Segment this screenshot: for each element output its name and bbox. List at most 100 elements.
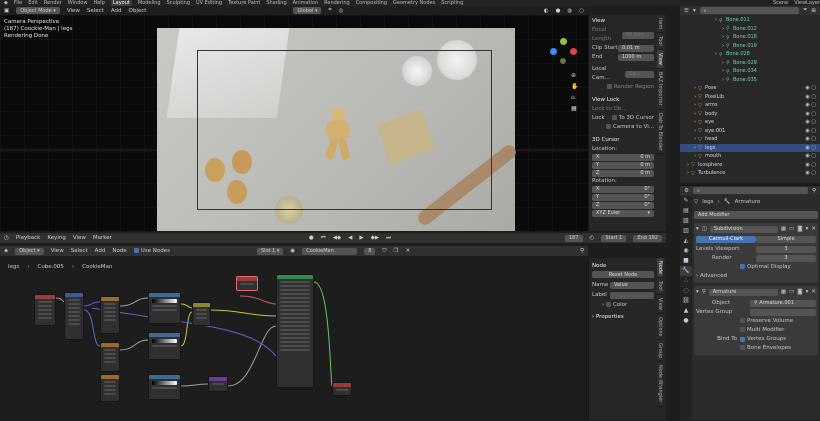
render-levels-field[interactable]: 3 <box>756 255 816 262</box>
outliner-row[interactable]: › ▽ Icosphere ◉ ▢ <box>680 161 820 170</box>
expand-arrow-icon[interactable]: › <box>694 153 696 159</box>
multi-modifier-checkbox[interactable] <box>740 327 745 332</box>
outliner-row[interactable]: › ▽ body ◉ ▢ <box>680 110 820 119</box>
simple-toggle[interactable]: Simple <box>756 236 816 243</box>
viewport-toggle-icon[interactable]: ▭ <box>789 225 794 234</box>
constraints-tab-icon[interactable]: ⛓ <box>680 296 692 306</box>
pan-hand-icon[interactable]: ✋ <box>571 81 578 92</box>
sidebar-tab-baz-importer[interactable]: BAZ Importer <box>657 68 663 110</box>
sidebar-tab-dab-to-blender[interactable]: Dab To Blender <box>657 109 663 155</box>
mode-selector[interactable]: Object Mode ▾ <box>16 7 60 14</box>
play-reverse-icon[interactable]: ◀ <box>348 235 352 241</box>
armature-name-field[interactable]: Armature <box>708 289 778 296</box>
cursor-y-field[interactable]: Y0 m <box>592 162 654 169</box>
frame-start-field[interactable]: Start 1 <box>601 234 627 242</box>
preserve-volume-checkbox[interactable] <box>740 318 745 323</box>
armature-object-field[interactable]: ⚲ Armature.001 <box>750 300 816 307</box>
node-tab-group[interactable]: Group <box>657 339 663 363</box>
rotation-z-field[interactable]: Z 0° <box>592 202 654 209</box>
expand-arrow-icon[interactable]: › <box>715 51 717 57</box>
node-value[interactable] <box>236 276 258 291</box>
expand-arrow-icon[interactable]: › <box>694 128 696 134</box>
sidebar-tab-view[interactable]: View <box>657 50 663 69</box>
navigation-gizmo[interactable] <box>548 38 578 68</box>
jump-end-icon[interactable]: ⏭ <box>386 235 391 242</box>
render-tab-icon[interactable]: ▤ <box>680 206 692 216</box>
sidebar-tab-item[interactable]: Item <box>657 15 663 34</box>
vertex-group-field[interactable] <box>750 309 816 316</box>
properties-search-field[interactable]: ⌕ <box>692 187 808 194</box>
visibility-eye-icon[interactable]: ◉ ▢ <box>805 128 820 134</box>
expand-arrow-icon[interactable]: › <box>715 17 717 23</box>
viewport-3d[interactable]: ▣ Object Mode ▾ View Select Add Object G… <box>0 6 588 231</box>
object-tab-icon[interactable]: ■ <box>680 256 692 266</box>
levels-viewport-field[interactable]: 3 <box>756 246 816 253</box>
expand-arrow-icon[interactable]: › <box>694 102 696 108</box>
visibility-eye-icon[interactable]: ◉ ▢ <box>805 94 820 100</box>
node-principled-bsdf[interactable] <box>276 274 314 388</box>
node-texture-coordinate[interactable] <box>34 294 56 326</box>
gizmo-y-axis[interactable] <box>560 38 567 45</box>
node-mapping[interactable] <box>64 292 84 340</box>
next-keyframe-icon[interactable]: ◆▶ <box>371 235 379 241</box>
outliner-row[interactable]: › ▽ arms ◉ ▢ <box>680 101 820 110</box>
outliner-search-field[interactable]: ⌕ <box>699 7 799 14</box>
new-collection-icon[interactable]: ⊞ <box>811 8 816 14</box>
shading-solid-icon[interactable]: ● <box>556 8 561 14</box>
clip-start-field[interactable]: 0.01 m <box>618 45 654 52</box>
expand-arrow-icon[interactable]: › <box>602 302 604 308</box>
clock-icon[interactable]: ◴ <box>590 235 595 241</box>
cursor-z-field[interactable]: Z0 m <box>592 170 654 177</box>
expand-arrow-icon[interactable]: › <box>722 43 724 49</box>
view-panel-title[interactable]: View <box>592 17 654 26</box>
node-name-field[interactable]: Value <box>610 281 654 289</box>
reset-node-button[interactable]: Reset Node <box>592 271 654 278</box>
editor-type-icon[interactable]: ▣ <box>4 8 9 14</box>
properties-editor-icon[interactable]: ⚙ <box>684 188 689 194</box>
outliner-row[interactable]: › ▽ head ◉ ▢ <box>680 135 820 144</box>
visibility-eye-icon[interactable]: ◉ ▢ <box>805 85 820 91</box>
visibility-eye-icon[interactable]: ◉ ▢ <box>805 119 820 125</box>
node-properties-title[interactable]: Properties <box>596 314 624 320</box>
proportional-edit-icon[interactable]: ◎ <box>339 8 344 14</box>
gizmo-x-axis[interactable] <box>570 48 577 55</box>
outliner-row[interactable]: › ⚲ Bone.012 <box>680 25 820 34</box>
add-modifier-button[interactable]: Add Modifier <box>694 211 818 219</box>
physics-tab-icon[interactable]: ◌ <box>680 286 692 296</box>
visibility-eye-icon[interactable]: ◉ ▢ <box>805 162 820 168</box>
shader-node-editor[interactable]: ◈ Object ▾ View Select Add Node Use Node… <box>0 246 588 420</box>
render-region-checkbox[interactable] <box>606 84 612 89</box>
node-mix-a[interactable] <box>192 302 211 326</box>
timeline-menu-view[interactable]: View <box>73 235 86 241</box>
data-tab-icon[interactable]: ▲ <box>680 306 692 316</box>
collapse-arrow-icon[interactable]: › <box>592 314 594 320</box>
dropdown-icon[interactable]: ▾ <box>806 225 809 234</box>
outliner-row[interactable]: › ⚲ Bone.029 <box>680 59 820 68</box>
output-tab-icon[interactable]: ▧ <box>680 216 692 226</box>
outliner-row[interactable]: › ⚲ Bone.028 <box>680 50 820 59</box>
outliner-row[interactable]: › ▽ legs ◉ ▢ <box>680 143 820 152</box>
world-tab-icon[interactable]: ◉ <box>680 246 692 256</box>
node-label-field[interactable] <box>610 291 654 299</box>
node-tab-node-wrangler[interactable]: Node Wrangler <box>657 362 663 407</box>
expand-arrow-icon[interactable]: › <box>694 111 696 117</box>
collapse-arrow-icon[interactable]: ▾ <box>696 288 699 297</box>
expand-arrow-icon[interactable]: › <box>687 162 689 168</box>
expand-arrow-icon[interactable]: › <box>694 145 696 151</box>
expand-arrow-icon[interactable]: › <box>687 170 689 176</box>
viewport-toggle-icon[interactable]: ▭ <box>789 288 794 297</box>
rotation-y-field[interactable]: Y 0° <box>592 194 654 201</box>
viewport-menu-object[interactable]: Object <box>129 8 147 14</box>
node-tab-node[interactable]: Node <box>657 258 663 279</box>
expand-arrow-icon[interactable]: › <box>722 34 724 40</box>
dropdown-icon[interactable]: ▾ <box>806 288 809 297</box>
outliner-row[interactable]: › ▽ Turbulence ◉ ▢ <box>680 169 820 178</box>
remove-modifier-icon[interactable]: ✕ <box>811 225 816 234</box>
expand-arrow-icon[interactable]: › <box>694 119 696 125</box>
render-toggle-icon[interactable]: ◙ <box>797 288 802 297</box>
viewport-menu-view[interactable]: View <box>67 8 80 14</box>
node-color-ramp-b[interactable] <box>148 332 181 360</box>
bone-envelopes-checkbox[interactable] <box>740 345 745 350</box>
outliner-row[interactable]: › ▽ mouth ◉ ▢ <box>680 152 820 161</box>
modifier-tab-icon[interactable]: 🔧 <box>680 266 692 276</box>
